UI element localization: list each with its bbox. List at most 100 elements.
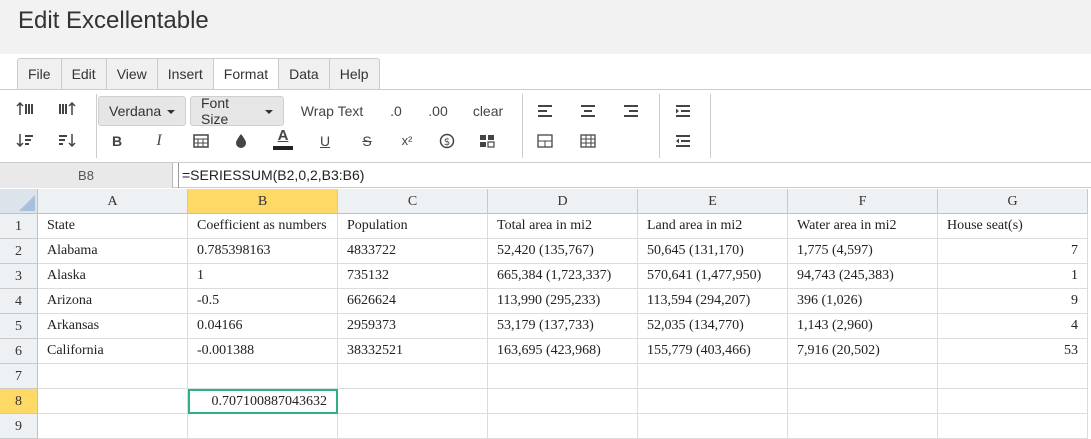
- superscript-button[interactable]: x²: [394, 127, 420, 153]
- cell-a5[interactable]: Arkansas: [38, 314, 188, 339]
- select-all-corner[interactable]: [0, 189, 38, 214]
- cell-b2[interactable]: 0.785398163: [188, 239, 338, 264]
- cell-a8[interactable]: [38, 389, 188, 414]
- column-header-b[interactable]: B: [188, 189, 338, 214]
- cell-d1[interactable]: Total area in mi2: [488, 214, 638, 239]
- cell-c5[interactable]: 2959373: [338, 314, 488, 339]
- cell-g5[interactable]: 4: [938, 314, 1088, 339]
- align-center-icon[interactable]: [575, 98, 601, 124]
- fill-color-icon[interactable]: [228, 128, 254, 154]
- text-color-button[interactable]: A: [270, 126, 296, 152]
- cell-b3[interactable]: 1: [188, 264, 338, 289]
- table-grid-icon[interactable]: [575, 128, 601, 154]
- decimal-two-button[interactable]: .00: [420, 98, 456, 124]
- cell-f3[interactable]: 94,743 (245,383): [788, 264, 938, 289]
- cell-b5[interactable]: 0.04166: [188, 314, 338, 339]
- row-header-3[interactable]: 3: [0, 264, 38, 289]
- cell-d2[interactable]: 52,420 (135,767): [488, 239, 638, 264]
- border-format-icon[interactable]: [188, 128, 214, 154]
- cell-e1[interactable]: Land area in mi2: [638, 214, 788, 239]
- insert-row-above-icon[interactable]: [12, 96, 38, 122]
- align-right-icon[interactable]: [618, 98, 644, 124]
- column-header-e[interactable]: E: [638, 189, 788, 214]
- cell-e9[interactable]: [638, 414, 788, 439]
- cell-d9[interactable]: [488, 414, 638, 439]
- column-header-f[interactable]: F: [788, 189, 938, 214]
- tab-file[interactable]: File: [18, 59, 62, 90]
- cell-d7[interactable]: [488, 364, 638, 389]
- cell-d6[interactable]: 163,695 (423,968): [488, 339, 638, 364]
- insert-column-icon[interactable]: [54, 96, 80, 122]
- cell-f7[interactable]: [788, 364, 938, 389]
- row-header-1[interactable]: 1: [0, 214, 38, 239]
- cell-f1[interactable]: Water area in mi2: [788, 214, 938, 239]
- cell-b7[interactable]: [188, 364, 338, 389]
- cell-a2[interactable]: Alabama: [38, 239, 188, 264]
- tab-format[interactable]: Format: [213, 59, 280, 91]
- cell-c6[interactable]: 38332521: [338, 339, 488, 364]
- cell-d8[interactable]: [488, 389, 638, 414]
- cell-b1[interactable]: Coefficient as numbers: [188, 214, 338, 239]
- font-size-dropdown[interactable]: Font Size: [190, 95, 284, 127]
- column-header-c[interactable]: C: [338, 189, 488, 214]
- italic-button[interactable]: I: [146, 128, 172, 154]
- cell-f6[interactable]: 7,916 (20,502): [788, 339, 938, 364]
- cell-c7[interactable]: [338, 364, 488, 389]
- clear-button[interactable]: clear: [466, 98, 510, 124]
- cell-c2[interactable]: 4833722: [338, 239, 488, 264]
- cell-a3[interactable]: Alaska: [38, 264, 188, 289]
- cell-g2[interactable]: 7: [938, 239, 1088, 264]
- tab-edit[interactable]: Edit: [62, 59, 107, 90]
- cell-e2[interactable]: 50,645 (131,170): [638, 239, 788, 264]
- row-header-9[interactable]: 9: [0, 414, 38, 439]
- selected-cell[interactable]: 0.707100887043632: [188, 389, 338, 414]
- decimal-one-button[interactable]: .0: [382, 98, 410, 124]
- cell-f5[interactable]: 1,143 (2,960): [788, 314, 938, 339]
- underline-button[interactable]: U: [312, 128, 338, 154]
- column-header-d[interactable]: D: [488, 189, 638, 214]
- cell-e3[interactable]: 570,641 (1,477,950): [638, 264, 788, 289]
- sort-descending-icon[interactable]: [54, 127, 80, 153]
- cell-a4[interactable]: Arizona: [38, 289, 188, 314]
- merge-cells-icon[interactable]: [532, 128, 558, 154]
- cell-f2[interactable]: 1,775 (4,597): [788, 239, 938, 264]
- row-header-7[interactable]: 7: [0, 364, 38, 389]
- cell-e4[interactable]: 113,594 (294,207): [638, 289, 788, 314]
- cell-c3[interactable]: 735132: [338, 264, 488, 289]
- cell-g3[interactable]: 1: [938, 264, 1088, 289]
- indent-decrease-icon[interactable]: [670, 128, 696, 154]
- row-header-4[interactable]: 4: [0, 289, 38, 314]
- cell-a9[interactable]: [38, 414, 188, 439]
- currency-icon[interactable]: $: [434, 128, 460, 154]
- tab-data[interactable]: Data: [279, 59, 330, 90]
- cell-b6[interactable]: -0.001388: [188, 339, 338, 364]
- cell-b9[interactable]: [188, 414, 338, 439]
- cell-f4[interactable]: 396 (1,026): [788, 289, 938, 314]
- tab-view[interactable]: View: [107, 59, 158, 90]
- column-header-g[interactable]: G: [938, 189, 1088, 214]
- cell-format-icon[interactable]: [474, 128, 500, 154]
- cell-a7[interactable]: [38, 364, 188, 389]
- cell-f9[interactable]: [788, 414, 938, 439]
- tab-help[interactable]: Help: [330, 59, 379, 90]
- cell-e5[interactable]: 52,035 (134,770): [638, 314, 788, 339]
- cell-c9[interactable]: [338, 414, 488, 439]
- cell-b4[interactable]: -0.5: [188, 289, 338, 314]
- cell-a1[interactable]: State: [38, 214, 188, 239]
- cell-e8[interactable]: [638, 389, 788, 414]
- cell-g7[interactable]: [938, 364, 1088, 389]
- align-left-icon[interactable]: [532, 98, 558, 124]
- wrap-text-button[interactable]: Wrap Text: [292, 98, 372, 124]
- row-header-8[interactable]: 8: [0, 389, 38, 414]
- cell-e6[interactable]: 155,779 (403,466): [638, 339, 788, 364]
- cell-g9[interactable]: [938, 414, 1088, 439]
- cell-g6[interactable]: 53: [938, 339, 1088, 364]
- formula-input[interactable]: =SERIESSUM(B2,0,2,B3:B6): [178, 163, 1091, 188]
- tab-insert[interactable]: Insert: [158, 59, 214, 90]
- cell-g8[interactable]: [938, 389, 1088, 414]
- row-header-6[interactable]: 6: [0, 339, 38, 364]
- cell-a6[interactable]: California: [38, 339, 188, 364]
- indent-increase-icon[interactable]: [670, 98, 696, 124]
- cell-d5[interactable]: 53,179 (137,733): [488, 314, 638, 339]
- cell-c8[interactable]: [338, 389, 488, 414]
